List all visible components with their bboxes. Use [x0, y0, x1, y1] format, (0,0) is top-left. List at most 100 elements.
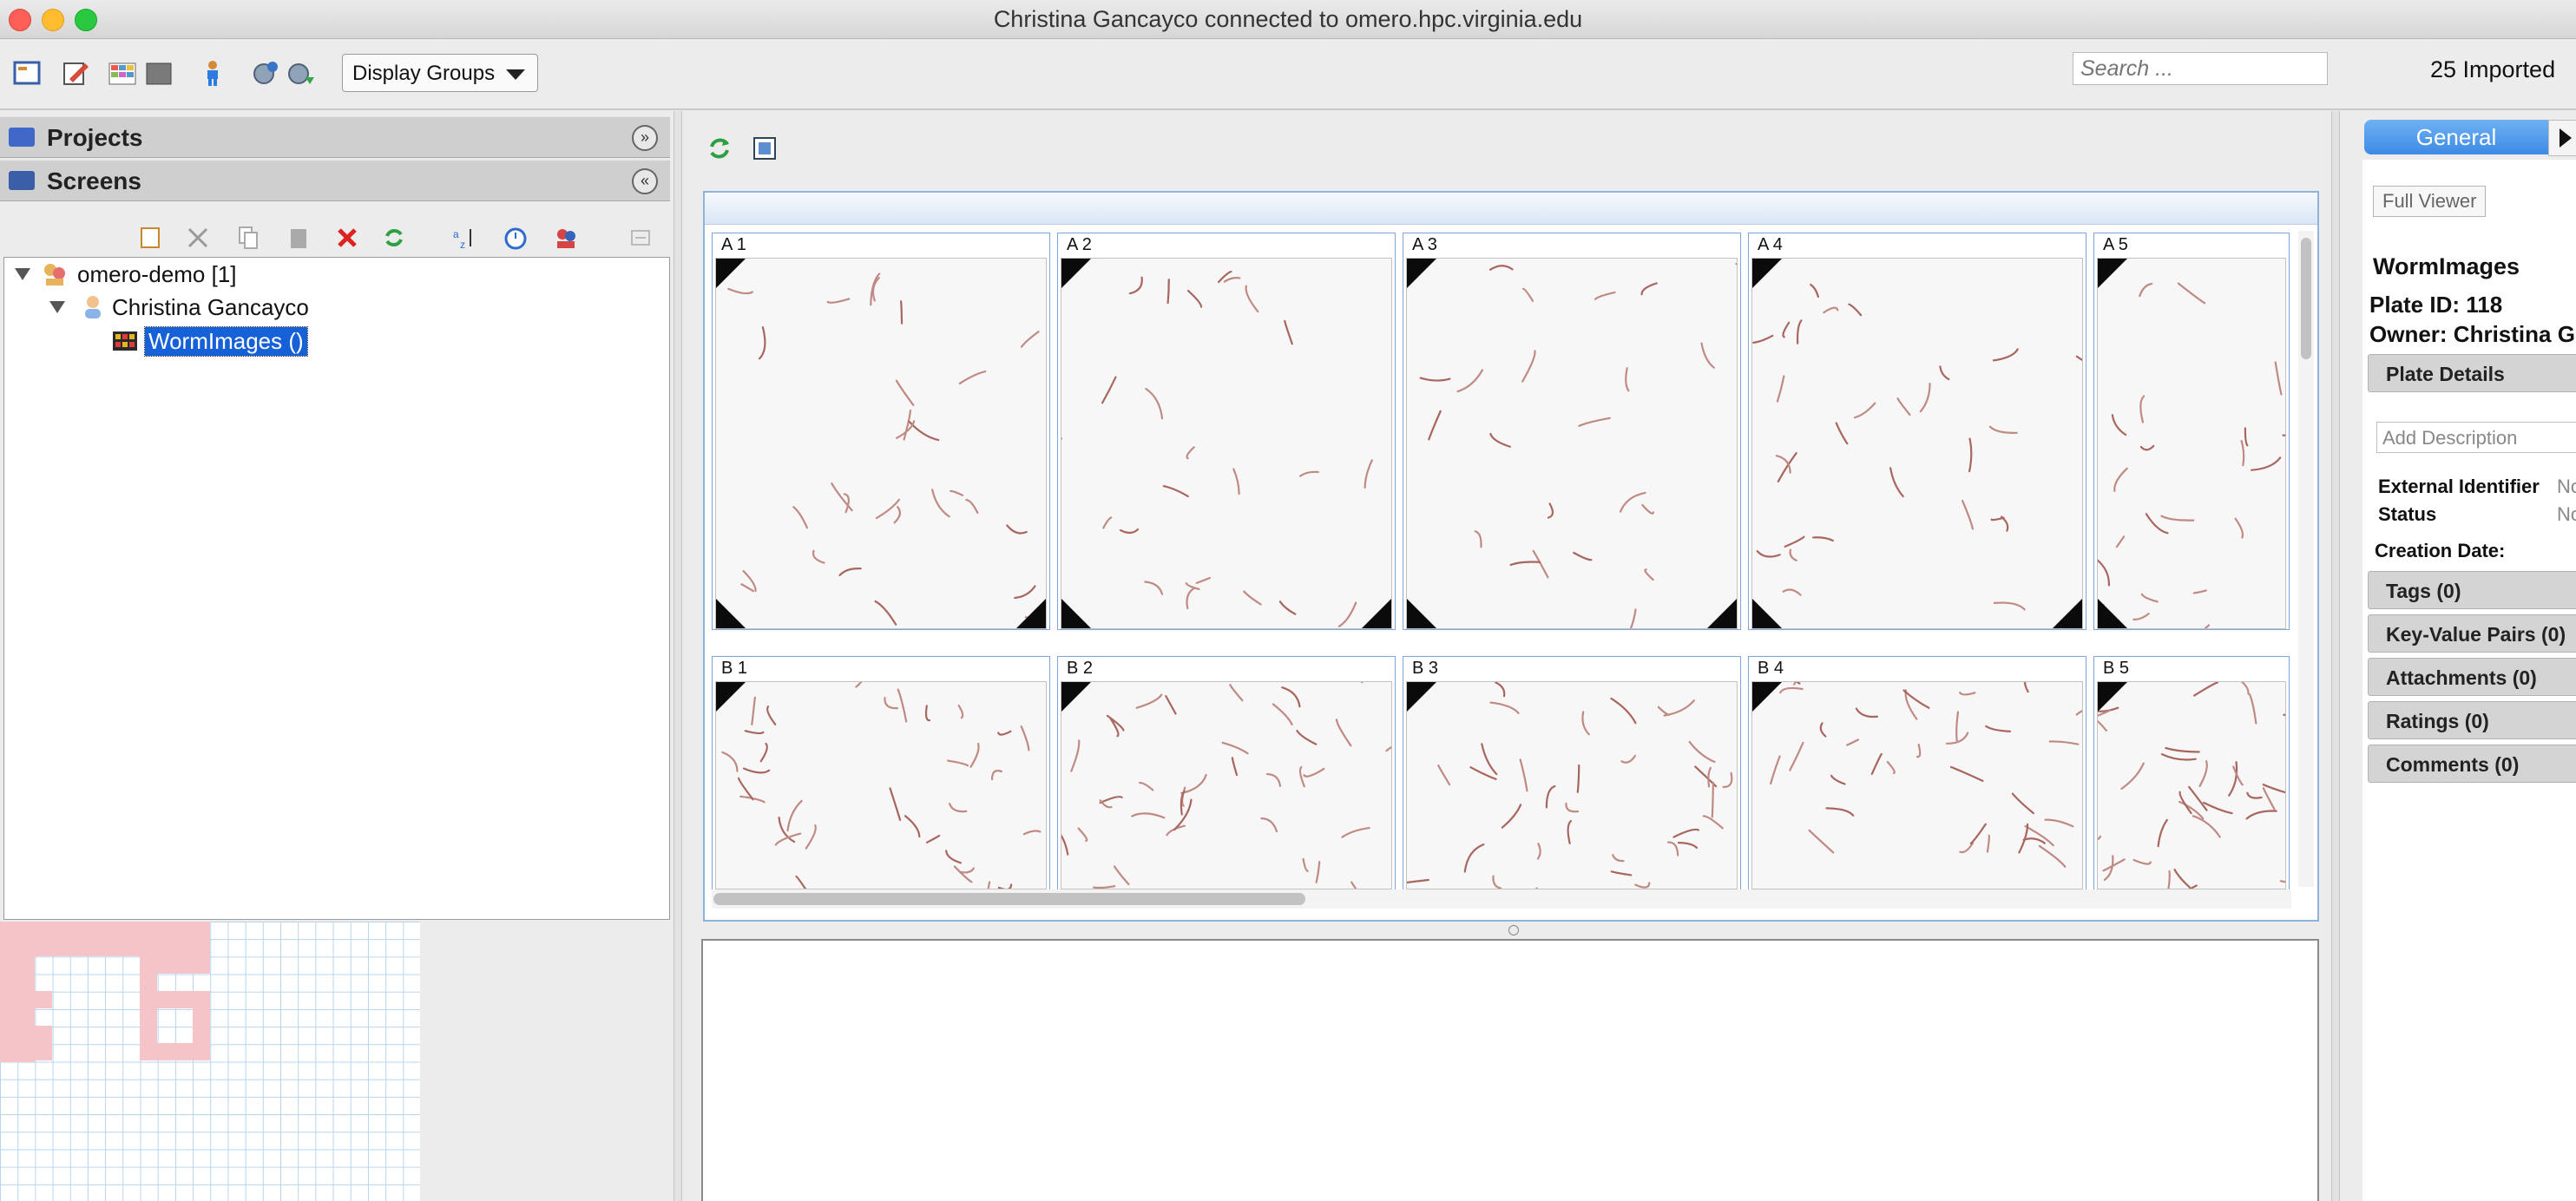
worm [1848, 303, 1863, 317]
sort-az-icon[interactable]: az [451, 226, 476, 250]
import-icon[interactable] [286, 58, 316, 88]
edit-icon[interactable] [61, 58, 90, 88]
image-corner-marker [2098, 259, 2127, 288]
worm [1341, 826, 1370, 838]
plate-details-section[interactable]: Plate Details [2368, 354, 2576, 392]
worm [874, 600, 897, 626]
well-thumbnail[interactable] [2097, 258, 2286, 629]
worm [1509, 561, 1541, 567]
worm [2283, 713, 2285, 716]
vertical-scroll-thumb[interactable] [2301, 238, 2311, 359]
search-input[interactable] [2073, 52, 2328, 85]
imported-count[interactable]: 25 Imported [2430, 56, 2555, 83]
worm-image [1752, 283, 2082, 611]
group-import-icon[interactable] [252, 58, 281, 88]
delete-icon[interactable] [335, 226, 359, 250]
well-thumbnail[interactable] [715, 681, 1047, 889]
image-corner-marker [1061, 259, 1091, 288]
worm [1886, 760, 1896, 775]
well-thumbnail[interactable] [2097, 681, 2286, 889]
image-corner-marker [2098, 599, 2127, 628]
well-thumbnail[interactable] [1406, 258, 1738, 629]
worm [1020, 725, 1030, 751]
paste-icon[interactable] [286, 226, 311, 250]
worm [2234, 517, 2244, 539]
well-b5[interactable]: B 5 [2093, 656, 2290, 890]
worm [2178, 800, 2205, 820]
tab-general[interactable]: General [2364, 120, 2548, 154]
thumbnail-view-icon[interactable] [752, 135, 778, 161]
right-panel: General Full Viewer WormImages Plate ID:… [2362, 111, 2576, 1201]
worm [1939, 365, 1950, 381]
key-value-pairs-section[interactable]: Key-Value Pairs (0) [2368, 614, 2576, 653]
tree-node-plate[interactable]: WormImages () [144, 326, 308, 357]
plate-grid-view[interactable]: A 1 A 2 A 3 A 4 A 5 B 1 B 2 B 3 B 4 B 5 [703, 191, 2319, 922]
split-handle-icon[interactable] [1508, 925, 1519, 935]
well-label: A 3 [1412, 235, 1437, 254]
well-thumbnail[interactable] [1061, 681, 1392, 889]
collapse-chevron-icon[interactable]: « [632, 168, 658, 194]
well-thumbnail[interactable] [1406, 681, 1738, 889]
tree-node-user[interactable]: Christina Gancayco [112, 294, 309, 321]
well-b4[interactable]: B 4 [1748, 656, 2086, 890]
well-b1[interactable]: B 1 [712, 656, 1050, 890]
screens-header[interactable]: Screens « [0, 160, 670, 201]
user-icon[interactable] [198, 58, 227, 88]
copy-icon[interactable] [236, 226, 260, 250]
collapse-all-icon[interactable] [628, 226, 653, 250]
worm [1545, 784, 1556, 809]
horizontal-scroll-thumb[interactable] [713, 893, 1305, 905]
well-thumbnail[interactable] [1751, 681, 2083, 889]
users-filter-icon[interactable] [554, 226, 578, 250]
worm [1495, 682, 1506, 698]
new-icon[interactable] [139, 226, 163, 250]
expand-chevron-icon[interactable]: » [632, 125, 658, 151]
display-groups-dropdown[interactable]: Display Groups [342, 54, 538, 92]
tags-section[interactable]: Tags (0) [2368, 571, 2576, 609]
well-a1[interactable]: A 1 [712, 233, 1050, 630]
worm [1298, 765, 1305, 788]
tree-node-group[interactable]: omero-demo [1] [77, 261, 237, 288]
tab-next-arrow-icon[interactable] [2548, 120, 2576, 156]
expand-triangle-icon[interactable] [15, 268, 30, 280]
full-viewer-button[interactable]: Full Viewer [2373, 186, 2487, 217]
horizontal-scrollbar[interactable] [712, 889, 2291, 909]
comments-section[interactable]: Comments (0) [2368, 745, 2576, 783]
well-b3[interactable]: B 3 [1403, 656, 1741, 890]
object-name[interactable]: WormImages [2373, 253, 2520, 280]
well-thumbnail[interactable] [715, 258, 1047, 629]
worm [1489, 701, 1520, 714]
screens-tree[interactable]: omero-demo [1] Christina Gancayco WormIm… [3, 257, 670, 920]
well-a3[interactable]: A 3 [1403, 233, 1741, 630]
refresh-icon[interactable] [706, 135, 733, 161]
worm [1070, 739, 1081, 772]
refresh-icon[interactable] [382, 226, 406, 250]
add-description-field[interactable]: Add Description [2376, 422, 2576, 453]
well-a5[interactable]: A 5 [2093, 233, 2290, 630]
worm [1229, 684, 1244, 702]
worm [1610, 697, 1637, 725]
worm [925, 834, 941, 843]
right-splitter[interactable] [2331, 111, 2340, 1201]
well-thumbnail[interactable] [1751, 258, 2083, 629]
projects-header[interactable]: Projects » [0, 116, 670, 158]
expand-triangle-icon[interactable] [49, 301, 65, 313]
ratings-section[interactable]: Ratings (0) [2368, 701, 2576, 739]
attachments-section[interactable]: Attachments (0) [2368, 658, 2576, 696]
timer-icon[interactable] [503, 226, 528, 250]
left-splitter[interactable] [674, 111, 682, 1201]
well-layout-grid[interactable] [0, 922, 420, 1201]
worm-image [721, 682, 1042, 889]
worm [1020, 331, 1040, 348]
creation-date-label: Creation Date: [2375, 540, 2506, 561]
well-a2[interactable]: A 2 [1057, 233, 1396, 630]
new-project-icon[interactable] [12, 58, 42, 88]
well-a4[interactable]: A 4 [1748, 233, 2086, 630]
gallery-icon[interactable] [144, 58, 174, 88]
well-label: A 4 [1758, 235, 1783, 254]
well-b2[interactable]: B 2 [1057, 656, 1396, 890]
table-view-icon[interactable] [108, 58, 137, 88]
vertical-scrollbar[interactable] [2298, 231, 2314, 887]
well-thumbnail[interactable] [1061, 258, 1392, 629]
cut-icon[interactable] [186, 226, 210, 250]
